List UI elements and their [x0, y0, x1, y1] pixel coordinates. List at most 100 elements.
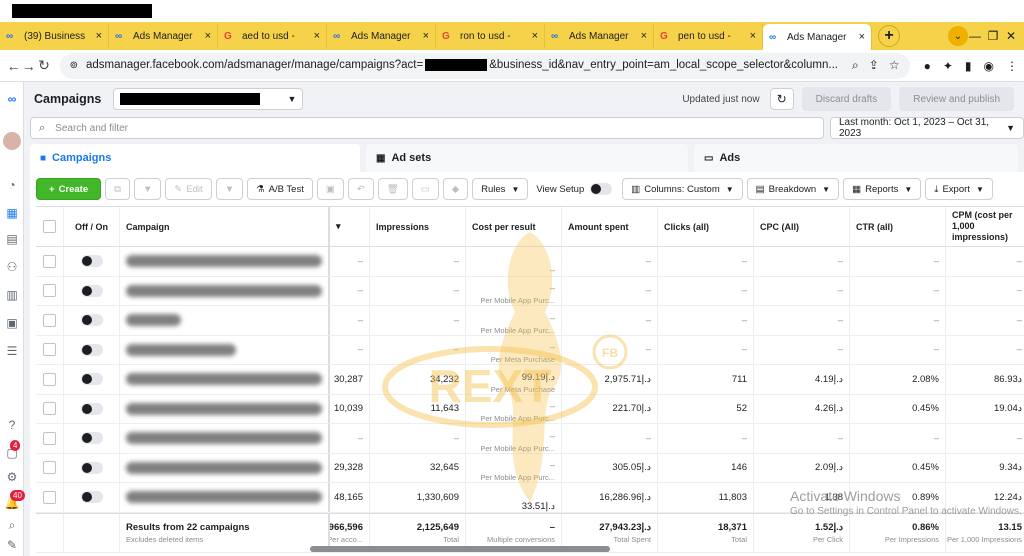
header-amount-spent[interactable]: Amount spent [562, 207, 658, 246]
campaign-toggle[interactable] [80, 491, 103, 504]
row-checkbox-cell[interactable] [36, 276, 64, 305]
campaigns-table-icon[interactable]: ▦ [3, 204, 21, 222]
edit-dropdown[interactable]: ▼ [215, 178, 244, 200]
horizontal-scrollbar[interactable] [310, 546, 610, 552]
table-row[interactable]: 30,287 34,232 99.19د.إ Per Meta Purchase 2,9… [36, 365, 1024, 395]
close-icon[interactable]: × [532, 30, 538, 42]
new-tab-button[interactable]: + [878, 25, 900, 47]
browser-tab[interactable]: Gpen to usd - × [654, 24, 763, 48]
header-cpc[interactable]: CPC (All) [754, 207, 850, 246]
header-campaign[interactable]: Campaign [120, 207, 330, 246]
row-checkbox-cell[interactable] [36, 483, 64, 512]
campaign-toggle[interactable] [80, 284, 103, 297]
settings-gear-icon[interactable]: ⚙ [3, 468, 21, 486]
share-icon[interactable]: ⇪ [869, 58, 879, 73]
tab-search-icon[interactable]: ⌄ [948, 26, 968, 46]
export-button[interactable]: ⤓ Export ▼ [925, 178, 993, 200]
campaign-toggle[interactable] [80, 373, 103, 386]
checkbox[interactable] [43, 313, 56, 327]
header-impressions[interactable]: Impressions [370, 207, 466, 246]
zoom-icon[interactable]: ⌕ [852, 58, 859, 73]
forward-icon[interactable]: → [21, 58, 36, 74]
checkbox[interactable] [43, 461, 56, 475]
ab-test-button[interactable]: ⚗ A/B Test [247, 178, 313, 200]
close-icon[interactable]: × [859, 31, 865, 43]
avatar[interactable] [3, 132, 21, 150]
browser-tab[interactable]: ∞ Ads Manager × [545, 24, 654, 48]
row-checkbox-cell[interactable] [36, 335, 64, 364]
toggle-cell[interactable] [64, 483, 120, 512]
header-results[interactable]: ▾ [330, 207, 370, 246]
checkbox[interactable] [43, 431, 56, 445]
header-clicks[interactable]: Clicks (all) [658, 207, 754, 246]
profile-icon[interactable]: ◉ [984, 59, 994, 73]
bug-report-icon[interactable]: ✎ [3, 536, 21, 554]
browser-tab[interactable]: ∞ Ads Manager × [763, 24, 872, 50]
campaign-toggle[interactable] [80, 314, 103, 327]
tab-campaigns[interactable]: ■ Campaigns [30, 144, 360, 172]
discard-drafts-button[interactable]: Discard drafts [801, 87, 892, 111]
close-icon[interactable]: × [750, 30, 756, 42]
reports-button[interactable]: ▦ Reports ▼ [843, 178, 922, 200]
campaign-toggle[interactable] [80, 461, 103, 474]
puzzle-icon[interactable]: ✦ [943, 59, 953, 73]
preview-button[interactable]: ▭ [411, 178, 439, 200]
table-row[interactable]: – – – Per Mobile App Purc... – – – – – [36, 306, 1024, 336]
tab-ad-sets[interactable]: ▦ Ad sets [366, 144, 688, 172]
toggle-cell[interactable] [64, 247, 120, 276]
campaign-name-cell[interactable] [120, 424, 330, 453]
checkbox[interactable] [43, 402, 56, 416]
audiences-icon[interactable]: ⚇ [3, 258, 21, 276]
row-checkbox-cell[interactable] [36, 394, 64, 423]
table-row[interactable]: – – – Per Mobile App Purc... – – – – – [36, 424, 1024, 454]
archive-button[interactable]: ▣ [316, 178, 344, 200]
sidepanel-icon[interactable]: ▮ [965, 59, 972, 73]
back-icon[interactable]: ← [6, 58, 21, 74]
browser-tab[interactable]: Gaed to usd - × [218, 24, 327, 48]
table-row[interactable]: – – – Per Mobile App Purc... – – – – – [36, 276, 1024, 306]
edit-button[interactable]: ✎ Edit [165, 178, 212, 200]
campaign-toggle[interactable] [80, 402, 103, 415]
campaign-name-cell[interactable] [120, 394, 330, 423]
toggle-cell[interactable] [64, 365, 120, 394]
toggle-switch[interactable] [590, 183, 613, 195]
search-input[interactable]: ⌕ Search and filter [30, 117, 824, 139]
row-checkbox-cell[interactable] [36, 306, 64, 335]
row-checkbox-cell[interactable] [36, 365, 64, 394]
table-row[interactable]: 29,328 32,645 – Per Mobile App Purc... 305.0… [36, 453, 1024, 483]
header-ctr[interactable]: CTR (all) [850, 207, 946, 246]
toggle-cell[interactable] [64, 394, 120, 423]
meta-logo-icon[interactable]: ∞ [3, 90, 21, 108]
all-tools-icon[interactable]: ☰ [3, 342, 21, 360]
duplicate-dropdown[interactable]: ▼ [133, 178, 162, 200]
extension-icon[interactable]: ● [924, 59, 931, 73]
select-all-checkbox[interactable] [36, 207, 64, 246]
url-field[interactable]: ⊚ adsmanager.facebook.com/adsmanager/man… [59, 52, 910, 79]
campaign-name-cell[interactable] [120, 483, 330, 512]
campaign-name-cell[interactable] [120, 365, 330, 394]
close-icon[interactable]: × [314, 30, 320, 42]
checkbox[interactable] [43, 254, 56, 268]
campaign-name-cell[interactable] [120, 247, 330, 276]
bookmark-star-icon[interactable]: ☆ [889, 58, 900, 73]
close-icon[interactable]: × [423, 30, 429, 42]
minimize-icon[interactable]: — [968, 29, 982, 43]
browser-tab[interactable]: Gron to usd - × [436, 24, 545, 48]
checkbox[interactable] [43, 372, 56, 386]
campaign-toggle[interactable] [80, 255, 103, 268]
view-setup-toggle[interactable]: View Setup [536, 183, 613, 195]
toggle-cell[interactable] [64, 276, 120, 305]
row-checkbox-cell[interactable] [36, 453, 64, 482]
close-icon[interactable]: × [96, 30, 102, 42]
campaign-name-cell[interactable] [120, 335, 330, 364]
media-icon[interactable]: ▣ [3, 314, 21, 332]
breakdown-button[interactable]: ▤ Breakdown ▼ [746, 178, 840, 200]
header-cost-per-result[interactable]: Cost per result [466, 207, 562, 246]
toggle-cell[interactable] [64, 424, 120, 453]
reports-icon[interactable]: ▤ [3, 230, 21, 248]
overview-icon[interactable]: ◔ [3, 176, 21, 194]
table-row[interactable]: – – – Per Meta Purchase – – – – – [36, 335, 1024, 365]
checkbox[interactable] [43, 284, 56, 298]
restore-icon[interactable]: ❐ [986, 29, 1000, 43]
rules-button[interactable]: Rules ▼ [472, 178, 529, 200]
